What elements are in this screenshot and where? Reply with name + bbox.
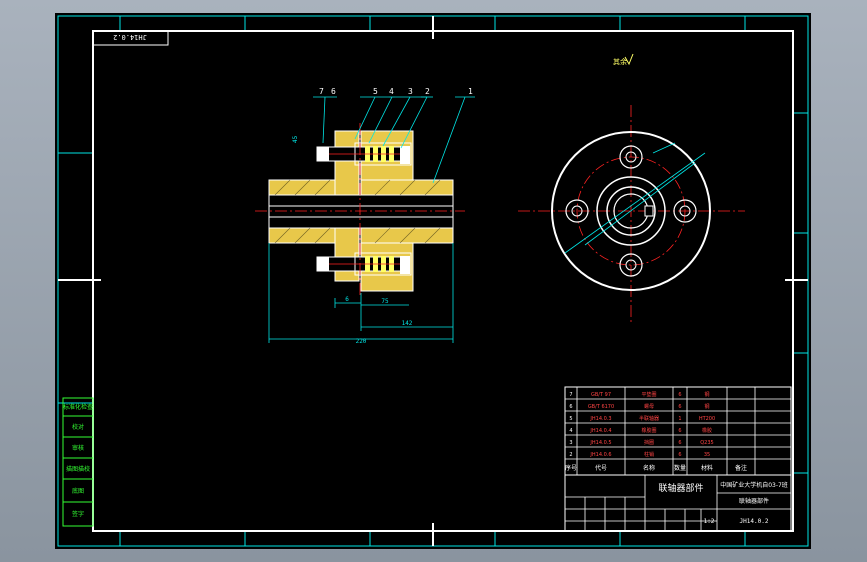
cad-drawing: JH14.0.2 标准化检查 校对 审核 描图描校 底图 签字 其余 220 1… (57, 15, 809, 547)
part-label-1: 1 (468, 87, 473, 96)
bom-cell: 橡胶圈 (641, 427, 656, 434)
dim-half-length: 142 (402, 320, 413, 327)
title-block-company: 中国矿业大学机自03-7班 (720, 481, 788, 489)
sheet-inner-frame (92, 30, 794, 532)
bom-cell: JH14.0.4 (589, 428, 611, 434)
bom-cell: GB/T 97 (591, 392, 611, 398)
bom-cell: 2 (569, 452, 572, 458)
part-label-3: 3 (408, 87, 413, 96)
bom-cell: 柱销 (644, 451, 654, 458)
bom-header-material: 材料 (701, 464, 713, 472)
left-block-row-2: 校对 (72, 423, 84, 431)
bom-cell: 平垫圈 (641, 391, 656, 398)
bom-cell: 6 (678, 428, 681, 434)
bom-cell: 橡胶 (702, 427, 712, 434)
bom-header-code: 代号 (595, 464, 607, 472)
dim-overall-length: 220 (356, 338, 367, 345)
bom-cell: 螺母 (644, 403, 654, 410)
part-label-6: 6 (331, 87, 336, 96)
part-label-7: 7 (319, 87, 324, 96)
dim-flange-gap: 6 (345, 296, 349, 303)
title-block-title: 联轴器部件 (658, 482, 703, 494)
bom-cell: HT200 (699, 416, 715, 422)
bom-header-name: 名称 (643, 464, 655, 472)
bom-cell: 6 (678, 440, 681, 446)
bom-cell: 35 (704, 452, 710, 458)
sheet-outer-frame (57, 15, 809, 547)
bom-cell: 钢 (704, 403, 709, 410)
bom-cell: JH14.0.5 (589, 440, 611, 446)
left-signature-block: 标准化检查 校对 审核 描图描校 底图 签字 (62, 397, 94, 527)
part-label-4: 4 (389, 87, 394, 96)
part-label-2: 2 (425, 87, 430, 96)
dim-small: 45 (292, 135, 299, 143)
bom-cell: 6 (678, 392, 681, 398)
left-block-row-4: 描图描校 (66, 465, 90, 473)
bom-cell: JH14.0.6 (589, 452, 611, 458)
bom-cell: 挡圈 (644, 439, 654, 446)
drawing-number-top: JH14.0.2 (113, 33, 147, 41)
centering-marks (58, 16, 808, 546)
bom-cell: 6 (678, 452, 681, 458)
bom-cell: 钢 (704, 391, 709, 398)
bom-cell: 6 (569, 404, 572, 410)
part-label-5: 5 (373, 87, 378, 96)
left-block-row-6: 签字 (72, 510, 84, 518)
dim-hub-length: 75 (381, 298, 389, 305)
title-block: 联轴器部件 中国矿业大学机自03-7班 联轴器部件 JH14.0.2 1:2 (564, 474, 792, 532)
bom-cell: JH14.0.3 (589, 416, 611, 422)
bom-cell: 4 (569, 428, 572, 434)
bom-cell: 5 (569, 416, 572, 422)
left-block-row-5: 底图 (72, 487, 84, 495)
bom-header-remark: 备注 (735, 464, 747, 472)
bom-cell: 半联轴器 (639, 415, 659, 422)
bom-cell: GB/T 6170 (588, 404, 614, 410)
title-block-subtitle: 联轴器部件 (739, 497, 769, 505)
coupling-section-view (255, 123, 465, 298)
bom-cell: 6 (678, 404, 681, 410)
bom-cell: 3 (569, 440, 572, 446)
bom-header-qty: 数量 (674, 464, 686, 472)
left-block-row-1: 标准化检查 (63, 403, 93, 411)
bill-of-materials: 7 GB/T 97 平垫圈 6 钢 6 GB/T 6170 螺母 6 钢 5 JH14.0.3 半联轴器… (564, 386, 792, 476)
cad-viewport[interactable]: JH14.0.2 标准化检查 校对 审核 描图描校 底图 签字 其余 220 1… (55, 13, 811, 549)
title-block-drawing-number: JH14.0.2 (740, 518, 769, 525)
left-block-row-3: 审核 (72, 444, 84, 452)
bom-cell: Q235 (700, 440, 713, 446)
coupling-end-view (518, 105, 745, 325)
surface-finish-note: 其余 (613, 57, 627, 66)
bom-header-no: 序号 (565, 464, 577, 472)
zone-marks (58, 16, 808, 546)
bom-cell: 7 (569, 392, 572, 398)
bom-cell: 1 (678, 416, 681, 422)
title-block-scale: 1:2 (704, 518, 715, 525)
